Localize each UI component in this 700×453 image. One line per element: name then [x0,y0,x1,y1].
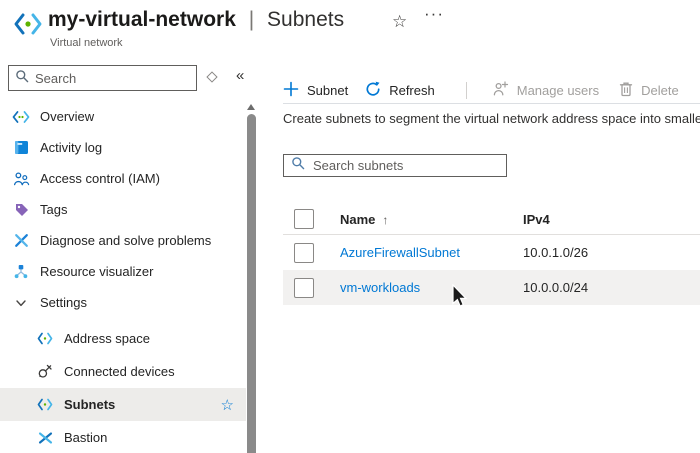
refresh-label: Refresh [389,83,435,98]
refresh-button[interactable]: Refresh [365,81,435,100]
name-header-label: Name [340,212,375,227]
plus-icon [283,81,299,100]
sidebar-item-label: Diagnose and solve problems [40,233,211,248]
subnets-icon [36,396,54,413]
name-column-header[interactable]: Name ↑ [340,212,523,227]
delete-label: Delete [641,83,679,98]
sidebar-item-label: Address space [64,331,150,346]
manage-users-label: Manage users [517,83,599,98]
sidebar-item-resource-visualizer[interactable]: Resource visualizer [0,256,246,287]
sidebar-group-settings[interactable]: Settings [0,287,246,318]
azure-portal-blade: my-virtual-network | Subnets ☆ ··· Virtu… [0,0,700,453]
collapse-menu-icon[interactable]: « [236,67,244,84]
sidebar-item-connected-devices[interactable]: Connected devices [0,355,246,388]
sidebar-item-label: Access control (IAM) [40,171,160,186]
tag-icon [12,201,30,218]
delete-button[interactable]: Delete [619,81,679,100]
sidebar-nav: Overview Activity log [0,101,246,453]
virtual-network-overview-icon [12,108,30,125]
sidebar-item-activity-log[interactable]: Activity log [0,132,246,163]
ipv4-column-header[interactable]: IPv4 [523,212,550,227]
sidebar-item-tags[interactable]: Tags [0,194,246,225]
sidebar-search-box[interactable] [8,65,197,91]
sidebar-group-label: Settings [40,295,87,310]
sidebar-item-label: Tags [40,202,67,217]
sidebar-item-label: Subnets [64,397,115,412]
sidebar-scrollbar [246,101,257,453]
favorite-star-icon[interactable]: ☆ [392,12,407,32]
blade-name: Subnets [267,8,344,31]
menu-options-icon[interactable] [206,71,217,82]
title-separator: | [249,8,254,31]
scrollbar-thumb[interactable] [247,114,256,453]
page-header: my-virtual-network | Subnets ☆ ··· Virtu… [0,0,700,58]
resource-name: my-virtual-network [48,8,236,31]
subnet-search-box[interactable] [283,154,507,177]
toolbar-divider [283,103,700,104]
subnet-name-link[interactable]: AzureFirewallSubnet [340,245,460,260]
tools-icon [12,232,30,249]
subnet-ipv4-value: 10.0.1.0/26 [523,245,588,260]
row-checkbox[interactable] [294,243,314,263]
search-icon [15,69,29,88]
activity-log-icon [12,139,30,156]
resource-type-label: Virtual network [50,37,123,49]
favorite-star-icon[interactable]: ☆ [221,396,234,414]
sidebar-item-label: Bastion [64,430,107,445]
sidebar-item-diagnose[interactable]: Diagnose and solve problems [0,225,246,256]
blade-description: Create subnets to segment the virtual ne… [283,111,700,126]
sidebar-item-label: Overview [40,109,94,124]
toolbar-separator [466,82,467,99]
subnets-table: Name ↑ IPv4 AzureFirewallSubnet 10.0.1.0/… [283,204,700,305]
scroll-up-arrow-icon[interactable] [247,104,255,110]
refresh-icon [365,81,381,100]
sidebar-item-overview[interactable]: Overview [0,101,246,132]
page-title: my-virtual-network | Subnets [48,8,344,32]
manage-users-icon [492,81,509,99]
bastion-icon [36,429,54,446]
command-bar: Subnet Refresh [283,77,679,103]
add-subnet-label: Subnet [307,83,348,98]
trash-icon [619,81,633,100]
plug-icon [36,363,54,380]
table-row[interactable]: AzureFirewallSubnet 10.0.1.0/26 [283,235,700,270]
subnet-search-input[interactable] [313,158,499,173]
resource-menu-sidebar: « Overview [0,58,260,453]
sort-ascending-icon: ↑ [382,213,388,227]
subnets-blade-content: Subnet Refresh [283,58,700,453]
sidebar-item-label: Resource visualizer [40,264,153,279]
sidebar-item-subnets[interactable]: Subnets ☆ [0,388,246,421]
sidebar-item-address-space[interactable]: Address space [0,322,246,355]
address-space-icon [36,330,54,347]
virtual-network-logo-icon [12,12,44,41]
sidebar-item-label: Activity log [40,140,102,155]
table-row[interactable]: vm-workloads 10.0.0.0/24 [283,270,700,305]
subnet-ipv4-value: 10.0.0.0/24 [523,280,588,295]
add-subnet-button[interactable]: Subnet [283,81,348,100]
sidebar-item-bastion[interactable]: Bastion [0,421,246,453]
chevron-down-icon [12,294,30,311]
people-icon [12,170,30,187]
sidebar-item-label: Connected devices [64,364,175,379]
search-icon [291,156,305,175]
sidebar-item-access-control[interactable]: Access control (IAM) [0,163,246,194]
hierarchy-icon [12,263,30,280]
manage-users-button[interactable]: Manage users [492,81,599,99]
select-all-checkbox[interactable] [294,209,314,229]
sidebar-search-input[interactable] [35,71,190,86]
subnet-name-link[interactable]: vm-workloads [340,280,420,295]
more-options-icon[interactable]: ··· [424,4,444,24]
table-header-row: Name ↑ IPv4 [283,204,700,235]
row-checkbox[interactable] [294,278,314,298]
